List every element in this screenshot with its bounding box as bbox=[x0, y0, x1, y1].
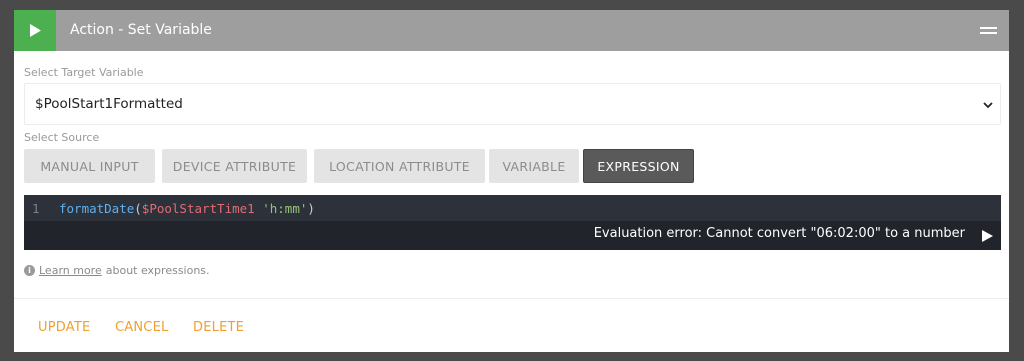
target-variable-label: Select Target Variable bbox=[24, 66, 144, 79]
source-expression-button[interactable]: EXPRESSION bbox=[583, 149, 694, 183]
play-icon bbox=[30, 24, 41, 37]
source-location-attribute-button[interactable]: LOCATION ATTRIBUTE bbox=[314, 149, 485, 183]
cancel-button[interactable]: CANCEL bbox=[115, 320, 168, 335]
code-variable: $PoolStartTime1 bbox=[141, 201, 255, 216]
run-action-button[interactable] bbox=[14, 10, 56, 51]
set-variable-panel: Action - Set Variable Select Target Vari… bbox=[14, 10, 1009, 352]
source-manual-input-button[interactable]: MANUAL INPUT bbox=[24, 149, 155, 183]
help-suffix: about expressions. bbox=[105, 264, 210, 277]
panel-title: Action - Set Variable bbox=[70, 22, 212, 38]
help-text: i Learn more about expressions. bbox=[24, 264, 210, 277]
code-line[interactable]: formatDate($PoolStartTime1 'h:mm') bbox=[59, 195, 315, 222]
source-label: Select Source bbox=[24, 131, 100, 144]
code-close-paren: ) bbox=[307, 201, 315, 216]
info-icon: i bbox=[24, 265, 35, 276]
editor-active-line: 1 formatDate($PoolStartTime1 'h:mm') bbox=[24, 195, 1001, 221]
expression-editor[interactable]: 1 formatDate($PoolStartTime1 'h:mm') Eva… bbox=[24, 195, 1001, 250]
code-string: 'h:mm' bbox=[262, 201, 308, 216]
source-variable-button[interactable]: VARIABLE bbox=[489, 149, 579, 183]
menu-icon[interactable] bbox=[980, 27, 997, 36]
code-open-paren: ( bbox=[134, 201, 142, 216]
target-variable-select[interactable]: $PoolStart1Formatted bbox=[24, 83, 1001, 125]
target-variable-value: $PoolStart1Formatted bbox=[35, 96, 183, 112]
code-function: formatDate bbox=[59, 201, 135, 216]
panel-header: Action - Set Variable bbox=[14, 10, 1009, 51]
divider bbox=[14, 298, 1009, 299]
learn-more-link[interactable]: Learn more bbox=[39, 264, 102, 277]
delete-button[interactable]: DELETE bbox=[193, 320, 244, 335]
source-device-attribute-button[interactable]: DEVICE ATTRIBUTE bbox=[162, 149, 307, 183]
chevron-down-icon bbox=[983, 102, 993, 109]
evaluation-error: Evaluation error: Cannot convert "06:02:… bbox=[593, 226, 965, 241]
update-button[interactable]: UPDATE bbox=[38, 320, 90, 335]
evaluate-play-icon[interactable] bbox=[982, 230, 993, 242]
line-number: 1 bbox=[32, 201, 40, 216]
